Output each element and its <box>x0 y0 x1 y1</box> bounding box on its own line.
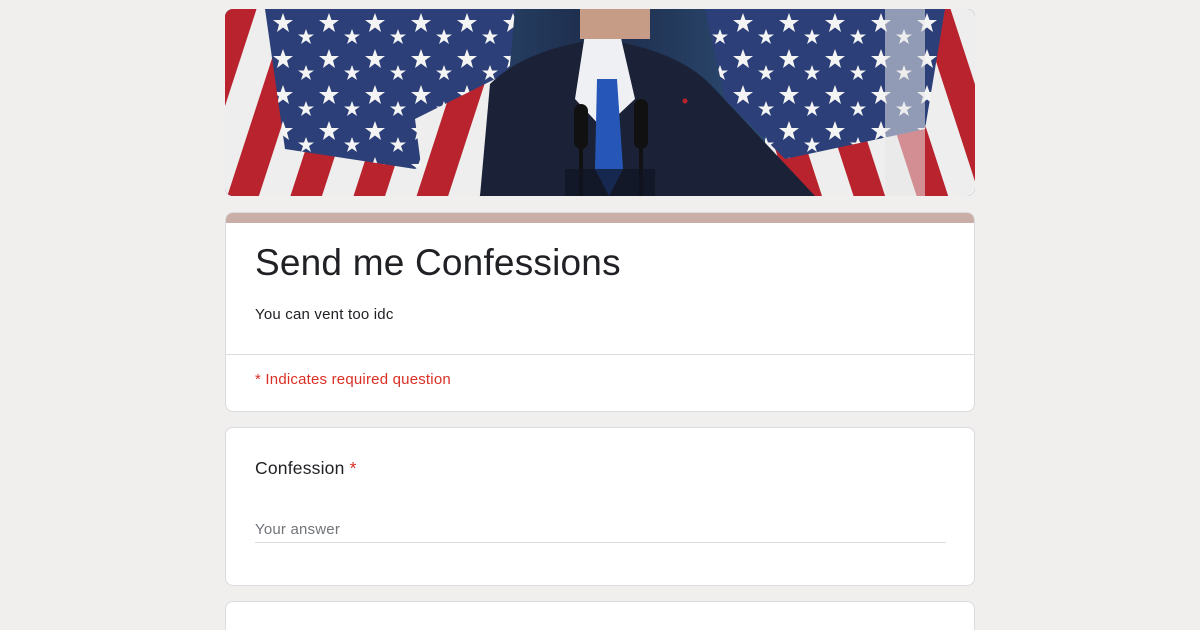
form-title: Send me Confessions <box>255 242 621 283</box>
required-asterisk: * <box>349 458 357 478</box>
form-column: Send me Confessions You can vent too idc… <box>225 9 975 630</box>
form-header-card: Send me Confessions You can vent too idc… <box>225 212 975 412</box>
required-note: * Indicates required question <box>255 371 451 388</box>
question-card-confession: Confession * <box>225 427 975 586</box>
form-description: You can vent too idc <box>255 306 394 323</box>
question-label: Confession <box>255 458 345 478</box>
question-title: Confession * <box>255 458 945 479</box>
title-section: Send me Confessions You can vent too idc <box>226 223 974 354</box>
header-image <box>225 9 975 196</box>
confession-answer-input[interactable] <box>255 521 946 543</box>
question-card-next <box>225 601 975 630</box>
title-accent-bar <box>226 213 974 223</box>
